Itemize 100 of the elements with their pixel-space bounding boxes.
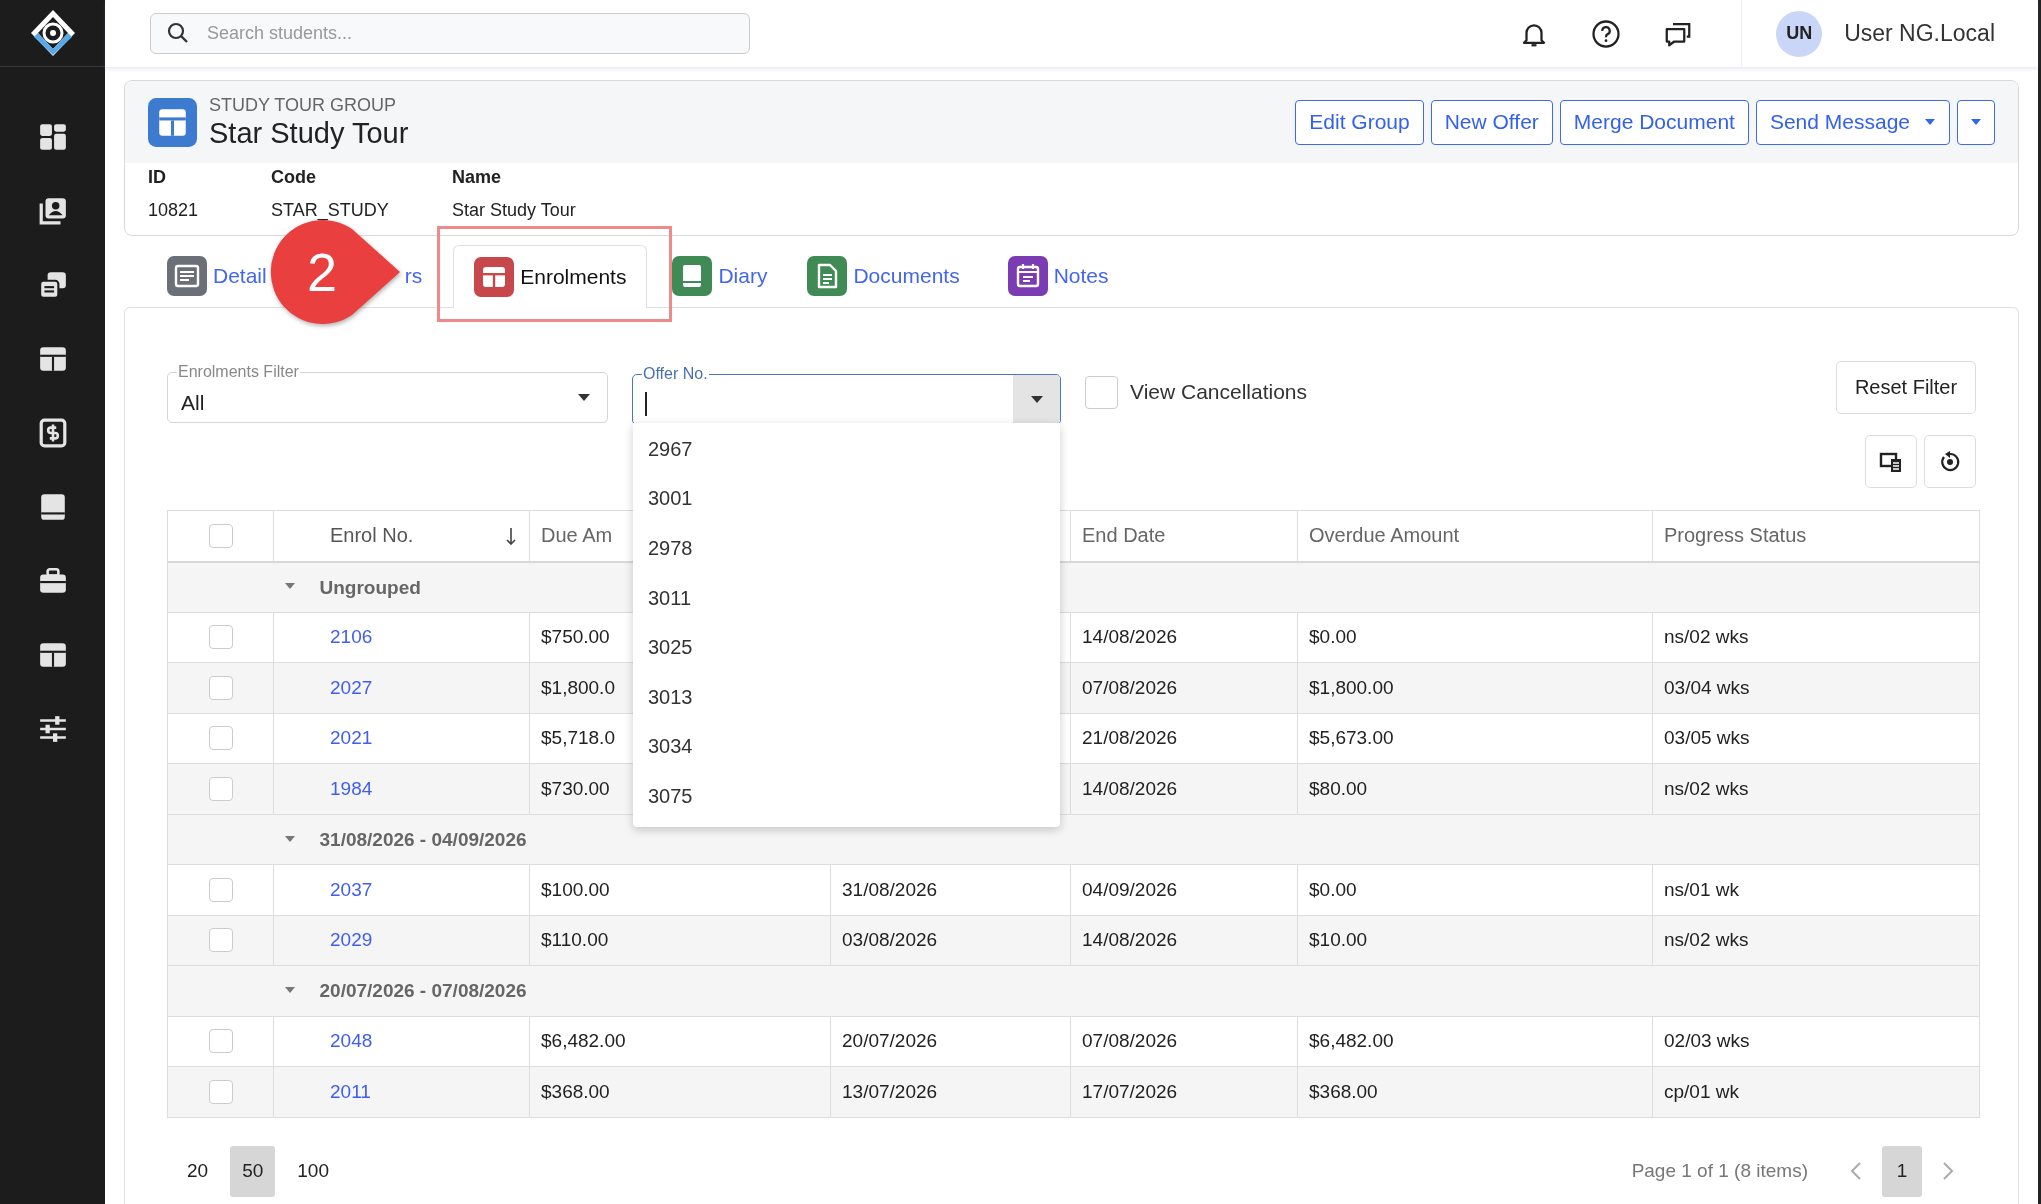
table-cell: 14/08/2026 (1082, 777, 1178, 799)
table-cell: $110.00 (541, 929, 609, 951)
dropdown-button[interactable]: Send Message (1755, 99, 1950, 145)
checkbox[interactable] (208, 1079, 233, 1104)
enrolment-link[interactable]: 2011 (330, 1080, 371, 1102)
user-avatar[interactable]: UN (1776, 10, 1823, 57)
table-cell: $10.00 (1309, 929, 1368, 951)
reset-filter-button[interactable]: Reset Filter (1836, 360, 1976, 414)
group-label: 31/08/2026 - 04/09/2026 (319, 828, 527, 850)
action-button[interactable]: Edit Group (1295, 99, 1424, 145)
table-cell: $0.00 (1309, 626, 1357, 648)
table-cell: $730.00 (541, 777, 610, 799)
field-value: STAR_STUDY (271, 200, 390, 221)
table-cell: $5,673.00 (1309, 727, 1394, 749)
dashboard-icon[interactable] (37, 122, 68, 152)
enrolment-link[interactable]: 2029 (330, 929, 373, 951)
table-cell: 04/09/2026 (1082, 878, 1178, 900)
table-cell: ns/02 wks (1664, 777, 1749, 799)
dropdown-option[interactable]: 3075 (633, 771, 1060, 822)
action-button[interactable]: Merge Document (1559, 99, 1749, 145)
field-value: Star Study Tour (452, 200, 576, 221)
briefcase-icon[interactable] (37, 566, 68, 596)
dropdown-option[interactable]: 3025 (633, 622, 1060, 673)
table-cell: 02/03 wks (1664, 1030, 1750, 1052)
page-button[interactable]: 1 (1882, 1145, 1922, 1197)
table-cell: ns/01 wk (1664, 878, 1739, 900)
table-cell: 07/08/2026 (1082, 1030, 1178, 1052)
record-title: Star Study Tour (209, 116, 409, 150)
invoice-icon[interactable] (37, 418, 68, 448)
table-cell: 17/07/2026 (1082, 1080, 1178, 1102)
menu-button[interactable] (1957, 99, 1995, 145)
dropdown-option[interactable]: 2978 (633, 523, 1060, 574)
table-cell: 13/07/2026 (842, 1080, 938, 1102)
column-header[interactable]: End Date (1082, 524, 1166, 547)
enrolment-link[interactable]: 2037 (330, 878, 373, 900)
tab[interactable]: rs (403, 244, 424, 307)
column-header[interactable]: Enrol No. (330, 524, 414, 547)
table-cell: 21/08/2026 (1082, 727, 1178, 749)
table-cell: $6,482.00 (541, 1030, 626, 1052)
checkbox[interactable] (208, 726, 233, 751)
page-size-option[interactable]: 100 (285, 1145, 341, 1197)
enrolment-link[interactable]: 2048 (330, 1030, 373, 1052)
checkbox-label[interactable]: View Cancellations (1130, 380, 1308, 404)
checkbox[interactable] (1085, 375, 1118, 409)
dropdown-option[interactable]: 3013 (633, 672, 1060, 723)
table-cell: 07/08/2026 (1082, 676, 1178, 698)
page-summary: Page 1 of 1 (8 items) (1631, 1160, 1808, 1182)
enrolment-link[interactable]: 2027 (330, 676, 373, 698)
checkbox[interactable] (208, 928, 233, 953)
dropdown-option[interactable]: 2967 (633, 424, 1060, 475)
contact-card-icon[interactable] (37, 196, 68, 226)
table-cell: $5,718.0 (541, 727, 615, 749)
action-button[interactable]: New Offer (1430, 99, 1553, 145)
search-field[interactable]: Search students... (150, 13, 750, 54)
layout-icon[interactable] (37, 640, 68, 670)
checkbox[interactable] (208, 625, 233, 650)
help-icon[interactable] (1591, 18, 1622, 49)
field-value: 10821 (148, 200, 200, 221)
page-size-option[interactable]: 20 (175, 1145, 221, 1197)
table-cell: $6,482.00 (1309, 1030, 1394, 1052)
table-cell: $80.00 (1309, 777, 1368, 799)
reset-layout-button[interactable] (1924, 435, 1976, 488)
tab[interactable]: Notes (1006, 244, 1110, 307)
dropdown-option[interactable]: 3001 (633, 474, 1060, 524)
checkbox[interactable] (208, 1029, 233, 1054)
caret-icon (1924, 118, 1936, 126)
table-cell: 03/05 wks (1664, 727, 1750, 749)
enrolment-link[interactable]: 2021 (330, 727, 373, 749)
checkbox[interactable] (208, 675, 233, 700)
search-icon (166, 21, 190, 45)
tab[interactable]: Diary (671, 244, 769, 307)
user-name[interactable]: User NG.Local (1844, 20, 1995, 47)
page-size-option[interactable]: 50 (230, 1145, 276, 1197)
sort-arrow-icon[interactable] (505, 527, 517, 545)
table-cell: $368.00 (1309, 1080, 1378, 1102)
enrolment-link[interactable]: 2106 (330, 626, 373, 648)
dropdown-option[interactable]: 3011 (633, 573, 1060, 623)
checkbox[interactable] (208, 524, 233, 549)
checkbox[interactable] (208, 877, 233, 902)
column-header[interactable]: Overdue Amount (1309, 524, 1460, 547)
column-header[interactable]: Progress Status (1664, 524, 1807, 547)
dropdown-option[interactable]: 3034 (633, 722, 1060, 772)
table-cell: $1,800.00 (1309, 676, 1394, 698)
column-chooser-button[interactable] (1865, 435, 1917, 488)
table-cell: $100.00 (541, 878, 610, 900)
tab[interactable]: Documents (806, 244, 961, 307)
dropdown-toggle[interactable] (1013, 374, 1060, 424)
callout-number: 2 (305, 241, 338, 304)
tab[interactable]: Detail (166, 244, 268, 307)
table-cell: 31/08/2026 (842, 878, 938, 900)
layout-icon[interactable] (37, 344, 68, 374)
tab[interactable]: Enrolments (453, 245, 648, 308)
table-cell: cp/01 wk (1664, 1080, 1739, 1102)
checkbox[interactable] (208, 776, 233, 801)
sliders-icon[interactable] (37, 714, 68, 744)
column-header[interactable]: Due Am (541, 524, 613, 547)
layout-icon (148, 97, 197, 147)
field-label: Name (452, 167, 503, 188)
table-cell: ns/02 wks (1664, 626, 1749, 648)
enrolment-link[interactable]: 1984 (330, 777, 373, 799)
